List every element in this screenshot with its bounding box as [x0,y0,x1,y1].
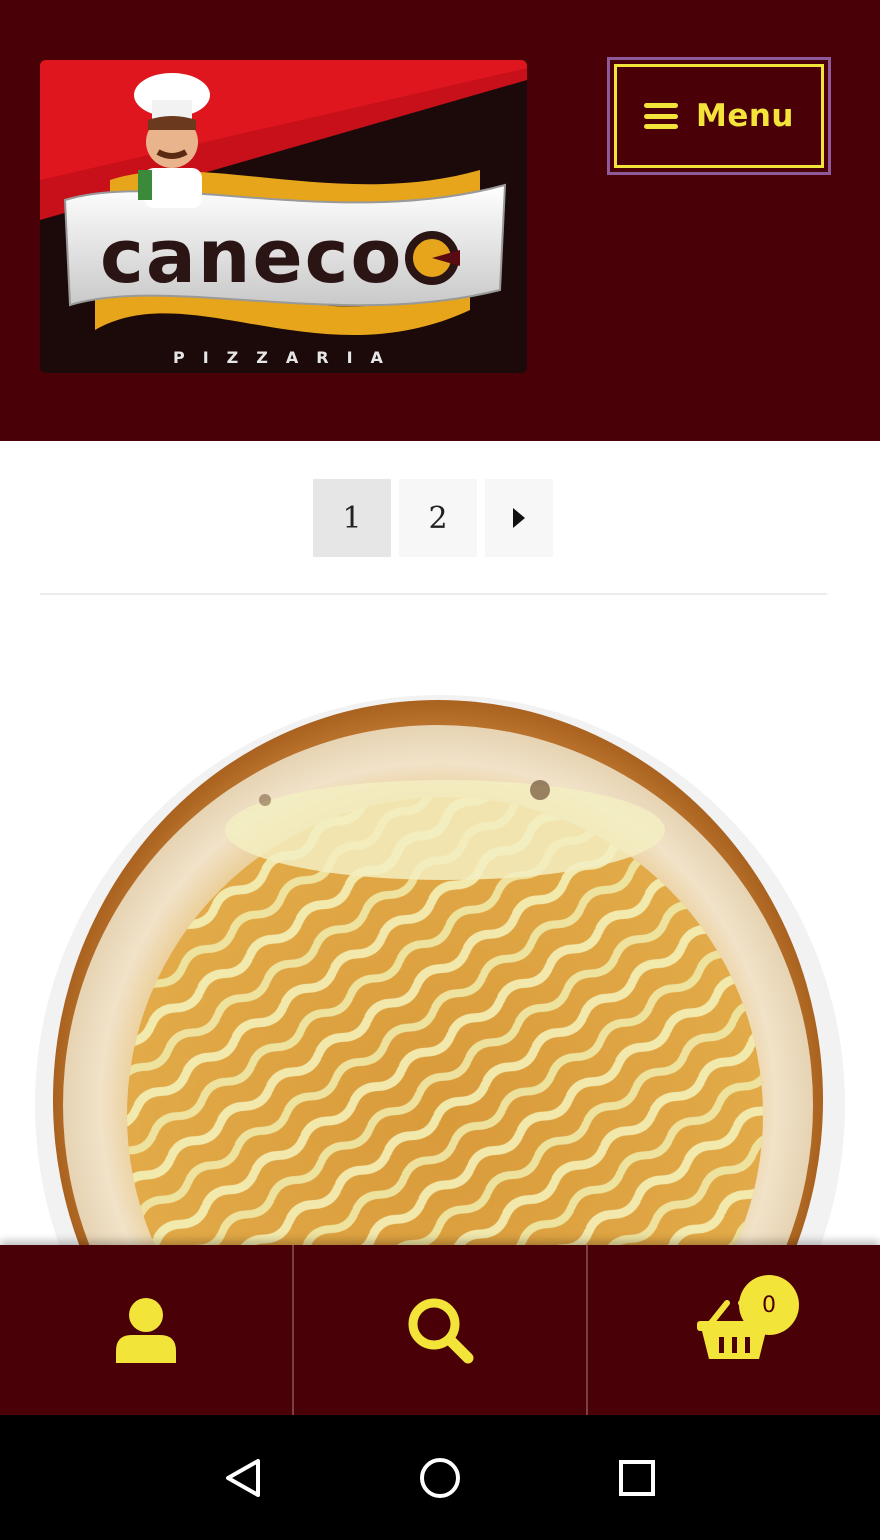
page-1-button[interactable]: 1 [313,479,391,557]
system-recents-button[interactable] [607,1448,667,1508]
system-back-button[interactable] [213,1448,273,1508]
search-button[interactable] [292,1245,586,1415]
menu-label: Menu [695,98,794,134]
next-page-button[interactable] [485,479,553,557]
logo-brand-text: caneco [100,214,403,300]
logo-tagline-text: PIZZARIA [173,348,401,367]
menu-button-inner: Menu [614,64,824,168]
bottom-nav: 0 [0,1245,880,1415]
page-2-label: 2 [428,500,448,536]
site-header: caneco PIZZARIA Menu [0,0,880,441]
account-button[interactable] [0,1245,292,1415]
search-icon [408,1298,474,1364]
pizza-image [35,695,845,1245]
cart-count-badge: 0 [739,1275,799,1335]
page-1-label: 1 [342,500,362,536]
user-icon [116,1298,176,1363]
hamburger-icon [643,103,678,129]
system-home-button[interactable] [410,1448,470,1508]
cart-button[interactable]: 0 [586,1245,880,1415]
pagination: 1 2 [313,479,553,557]
site-logo[interactable]: caneco PIZZARIA [40,60,527,373]
recents-square-icon [618,1459,655,1496]
product-image[interactable] [0,600,880,1245]
back-triangle-icon [226,1458,261,1497]
triangle-right-icon [513,508,525,528]
system-nav-bar [0,1415,880,1540]
menu-button[interactable]: Menu [607,57,831,175]
logo-graphic: caneco PIZZARIA [40,60,527,373]
page-2-button[interactable]: 2 [399,479,477,557]
divider [40,593,827,595]
home-circle-icon [419,1457,460,1498]
